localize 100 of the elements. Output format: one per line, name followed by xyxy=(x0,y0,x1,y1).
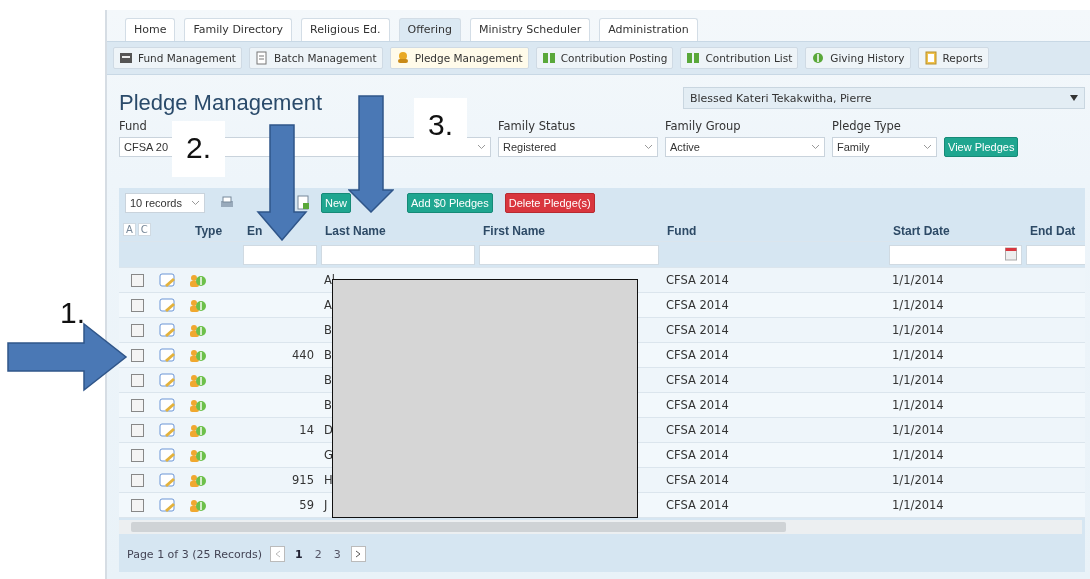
next-page-button[interactable] xyxy=(350,546,366,562)
people-dollar-icon[interactable] xyxy=(189,272,207,288)
start-date-text: 1/1/2014 xyxy=(892,473,944,487)
edit-icon[interactable] xyxy=(159,422,177,438)
parish-select[interactable]: Blessed Kateri Tekakwitha, Pierre xyxy=(683,87,1085,109)
edit-icon[interactable] xyxy=(159,372,177,388)
start-date-text: 1/1/2014 xyxy=(892,398,944,412)
start-date-text: 1/1/2014 xyxy=(892,323,944,337)
people-dollar-icon[interactable] xyxy=(189,472,207,488)
people-dollar-icon[interactable] xyxy=(189,322,207,338)
row-checkbox[interactable] xyxy=(131,298,144,312)
sub-nav-tab[interactable]: Fund Management xyxy=(113,47,242,69)
filter-select[interactable]: Family xyxy=(832,137,937,157)
page-link[interactable]: 3 xyxy=(331,547,343,561)
people-dollar-icon[interactable] xyxy=(189,447,207,463)
edit-icon[interactable] xyxy=(159,472,177,488)
row-checkbox[interactable] xyxy=(131,273,144,287)
edit-icon[interactable] xyxy=(159,347,177,363)
edit-icon[interactable] xyxy=(159,297,177,313)
filter-select[interactable]: Registered xyxy=(498,137,658,157)
last-name-text: D xyxy=(324,423,333,437)
people-dollar-icon[interactable] xyxy=(189,422,207,438)
last-name-text: A xyxy=(324,298,332,312)
caret-icon xyxy=(811,144,820,150)
column-header[interactable]: En xyxy=(247,224,263,238)
row-checkbox[interactable] xyxy=(131,498,144,512)
calendar-icon[interactable] xyxy=(1005,246,1017,261)
nav-tab[interactable]: Ministry Scheduler xyxy=(470,18,591,41)
column-header[interactable]: Type xyxy=(195,224,223,238)
page-title: Pledge Management xyxy=(119,91,323,115)
envelope-filter-field[interactable] xyxy=(243,244,317,265)
last-name-filter-field[interactable] xyxy=(321,244,475,265)
row-checkbox[interactable] xyxy=(131,448,144,462)
page-link[interactable]: 1 xyxy=(293,547,305,561)
nav-tab[interactable]: Family Directory xyxy=(184,18,293,41)
row-checkbox[interactable] xyxy=(131,423,144,437)
nav-tab[interactable]: Offering xyxy=(398,18,462,41)
people-dollar-icon[interactable] xyxy=(189,347,207,363)
filter-label: Family Status xyxy=(498,119,576,133)
dropdown-arrow-icon xyxy=(1070,95,1078,101)
people-dollar-icon[interactable] xyxy=(189,497,207,513)
nav-tab[interactable]: Home xyxy=(125,18,176,41)
people-dollar-icon[interactable] xyxy=(189,397,207,413)
nav-tab[interactable]: Religious Ed. xyxy=(301,18,390,41)
book-icon xyxy=(541,51,556,65)
start-date-text: 1/1/2014 xyxy=(892,498,944,512)
row-checkbox[interactable] xyxy=(131,398,144,412)
envelope-number: 59 xyxy=(299,498,314,512)
page-size-select[interactable]: 10 records xyxy=(125,193,205,213)
row-checkbox[interactable] xyxy=(131,348,144,362)
edit-icon[interactable] xyxy=(159,322,177,338)
row-checkbox[interactable] xyxy=(131,473,144,487)
previous-page-button[interactable] xyxy=(270,546,286,562)
column-header[interactable]: Start Date xyxy=(893,224,950,238)
fund-text: CFSA 2014 xyxy=(666,448,729,462)
last-name-text: B xyxy=(324,348,332,362)
annotation-number: 2. xyxy=(172,121,226,177)
column-header[interactable]: Last Name xyxy=(325,224,386,238)
page-link[interactable]: 2 xyxy=(312,547,324,561)
edit-icon[interactable] xyxy=(159,397,177,413)
start-date-text: 1/1/2014 xyxy=(892,373,944,387)
row-checkbox[interactable] xyxy=(131,373,144,387)
fund-text: CFSA 2014 xyxy=(666,348,729,362)
fund-text: CFSA 2014 xyxy=(666,373,729,387)
last-name-text: H xyxy=(324,473,333,487)
sub-nav-tab[interactable]: Batch Management xyxy=(248,47,383,69)
sub-nav-tab[interactable]: Contribution Posting xyxy=(535,47,674,69)
sub-nav-tab[interactable]: Reports xyxy=(917,47,989,69)
people-dollar-icon[interactable] xyxy=(189,372,207,388)
book-icon xyxy=(686,51,701,65)
last-name-text: B xyxy=(324,398,332,412)
nav-tab[interactable]: Administration xyxy=(599,18,698,41)
row-checkbox[interactable] xyxy=(131,323,144,337)
select-all-toggle[interactable]: C xyxy=(137,223,151,236)
sub-nav-tab[interactable]: Contribution List xyxy=(680,47,799,69)
chevron-right-icon xyxy=(355,550,362,558)
column-header[interactable]: First Name xyxy=(483,224,546,238)
toolbar-button[interactable]: Delete Pledge(s) xyxy=(504,193,595,213)
edit-icon[interactable] xyxy=(159,447,177,463)
start-date-text: 1/1/2014 xyxy=(892,423,944,437)
export-icon[interactable] xyxy=(295,195,311,211)
column-header[interactable]: End Dat xyxy=(1030,224,1076,238)
select-all-toggle[interactable]: A xyxy=(123,223,136,236)
fund-text: CFSA 2014 xyxy=(666,498,729,512)
end-date-filter-field[interactable] xyxy=(1026,244,1085,265)
envelope-number: 440 xyxy=(292,348,314,362)
first-name-filter-field[interactable] xyxy=(479,244,659,265)
column-header[interactable]: Fund xyxy=(667,224,697,238)
edit-icon[interactable] xyxy=(159,497,177,513)
sub-nav-tab[interactable]: Pledge Management xyxy=(389,47,529,69)
fund-text: CFSA 2014 xyxy=(666,323,729,337)
filter-select[interactable]: Active xyxy=(665,137,825,157)
horizontal-scrollbar[interactable] xyxy=(119,520,1082,534)
edit-icon[interactable] xyxy=(159,272,177,288)
start-date-filter-field[interactable] xyxy=(889,244,1022,265)
sub-nav-tab[interactable]: Giving History xyxy=(805,47,911,69)
envelope-number: 915 xyxy=(292,473,314,487)
document-icon xyxy=(254,51,269,65)
start-date-text: 1/1/2014 xyxy=(892,448,944,462)
people-dollar-icon[interactable] xyxy=(189,297,207,313)
